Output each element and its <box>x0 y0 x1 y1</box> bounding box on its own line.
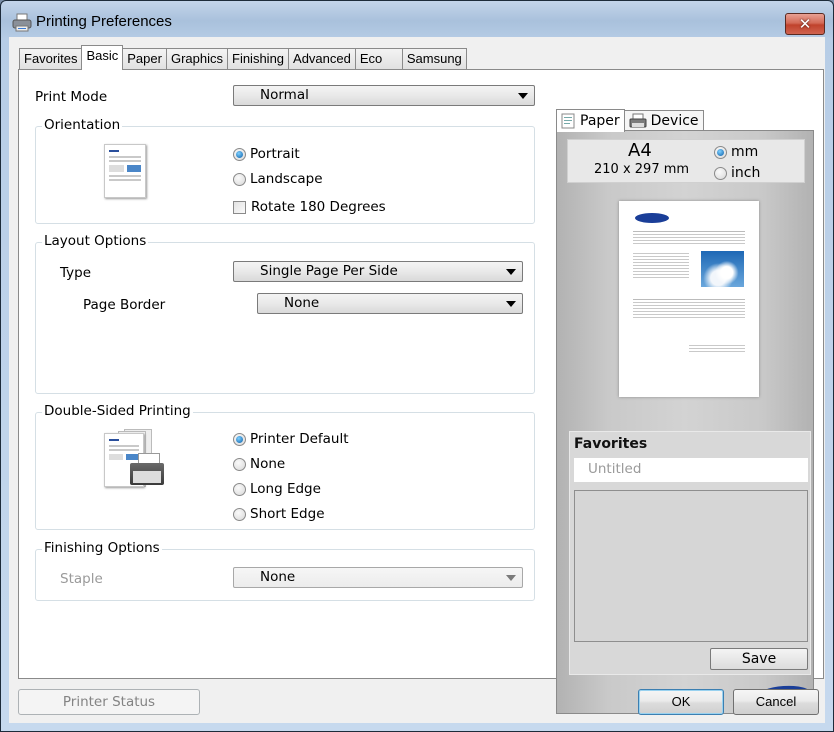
checkbox-icon <box>233 200 246 214</box>
duplex-long-edge-label: Long Edge <box>250 481 321 497</box>
duplex-none-label: None <box>250 456 286 472</box>
radio-unselected-icon <box>233 457 246 471</box>
radio-unselected-icon <box>233 172 246 186</box>
layout-type-select[interactable]: Single Page Per Side <box>233 261 523 282</box>
tab-preview-device[interactable]: Device <box>623 110 704 131</box>
portrait-preview-icon <box>104 144 146 198</box>
finishing-options-title: Finishing Options <box>42 540 162 556</box>
close-button[interactable]: ✕ <box>785 13 825 35</box>
portrait-label: Portrait <box>250 146 300 162</box>
radio-selected-icon <box>714 145 727 159</box>
rotate-180-checkbox[interactable]: Rotate 180 Degrees <box>233 199 386 215</box>
finishing-options-group: Finishing Options Staple None <box>35 540 535 601</box>
document-icon <box>561 113 575 129</box>
tab-eco[interactable]: Eco <box>354 48 403 69</box>
staple-label: Staple <box>60 571 103 587</box>
dialog-client: Favorites Basic Paper Graphics Finishing… <box>9 37 825 723</box>
orientation-group: Orientation Portrait Landscape Rotate 18… <box>35 117 535 224</box>
page-preview <box>619 201 759 397</box>
window-title: Printing Preferences <box>36 13 172 30</box>
favorites-list[interactable] <box>574 490 808 642</box>
tab-preview-paper[interactable]: Paper <box>556 109 625 132</box>
close-icon: ✕ <box>798 15 812 33</box>
ok-button[interactable]: OK <box>638 689 724 715</box>
landscape-label: Landscape <box>250 171 323 187</box>
double-sided-title: Double-Sided Printing <box>42 403 193 419</box>
rotate-180-label: Rotate 180 Degrees <box>251 199 386 215</box>
radio-selected-icon <box>233 147 246 161</box>
double-sided-group: Double-Sided Printing Printer Default No… <box>35 403 535 530</box>
radio-unselected-icon <box>233 507 246 521</box>
preview-panel: Paper Device A4 210 x 297 mm mm inch Fav… <box>556 108 814 714</box>
duplex-long-edge-radio[interactable]: Long Edge <box>233 481 321 497</box>
staple-select[interactable]: None <box>233 567 523 588</box>
page-border-select[interactable]: None <box>257 293 523 314</box>
printer-status-button[interactable]: Printer Status <box>18 689 200 715</box>
tab-preview-device-label: Device <box>650 113 699 129</box>
preview-tabs: Paper Device <box>556 108 704 132</box>
cancel-button[interactable]: Cancel <box>733 689 819 715</box>
unit-mm-label: mm <box>731 144 759 160</box>
printer-icon <box>12 13 32 32</box>
layout-options-title: Layout Options <box>42 233 149 249</box>
save-favorite-button[interactable]: Save <box>710 648 808 670</box>
duplex-printer-default-radio[interactable]: Printer Default <box>233 431 349 447</box>
tab-favorites[interactable]: Favorites <box>19 48 83 69</box>
duplex-printer-icon <box>104 429 164 489</box>
tab-graphics[interactable]: Graphics <box>165 48 228 69</box>
favorites-name-input[interactable]: Untitled <box>574 458 808 482</box>
tab-finishing[interactable]: Finishing <box>227 48 290 69</box>
basic-tab-page: Print Mode Normal Orientation Portrait L… <box>18 69 824 714</box>
unit-inch-label: inch <box>731 165 761 181</box>
radio-unselected-icon <box>714 166 727 180</box>
radio-selected-icon <box>233 432 246 446</box>
layout-type-value: Single Page Per Side <box>260 263 398 279</box>
unit-inch-radio[interactable]: inch <box>714 165 760 181</box>
page-border-label: Page Border <box>83 297 166 313</box>
samsung-logo-preview <box>635 213 669 223</box>
chevron-down-icon <box>506 269 516 275</box>
layout-options-group: Layout Options Type Single Page Per Side… <box>35 233 535 394</box>
chevron-down-icon <box>506 301 516 307</box>
favorites-title: Favorites <box>574 436 648 452</box>
duplex-short-edge-label: Short Edge <box>250 506 325 522</box>
radio-unselected-icon <box>233 482 246 496</box>
tab-paper[interactable]: Paper <box>122 48 167 69</box>
tab-samsung[interactable]: Samsung <box>401 48 467 69</box>
cloud-image <box>701 251 744 287</box>
paper-size: A4 <box>628 140 652 161</box>
orientation-title: Orientation <box>42 117 123 133</box>
preview-pane: A4 210 x 297 mm mm inch Favorites Untitl… <box>556 130 814 714</box>
tab-preview-paper-label: Paper <box>580 113 620 129</box>
paper-dimensions: 210 x 297 mm <box>594 162 690 177</box>
duplex-printer-default-label: Printer Default <box>250 431 349 447</box>
print-mode-select[interactable]: Normal <box>233 85 535 106</box>
page-border-value: None <box>284 295 320 311</box>
portrait-radio[interactable]: Portrait <box>233 146 300 162</box>
favorites-panel: Favorites Untitled Save <box>569 431 811 675</box>
tab-basic[interactable]: Basic <box>81 45 124 70</box>
duplex-short-edge-radio[interactable]: Short Edge <box>233 506 325 522</box>
staple-value: None <box>260 569 296 585</box>
print-mode-label: Print Mode <box>35 89 108 105</box>
main-tabs: Favorites Basic Paper Graphics Finishing… <box>19 45 467 70</box>
duplex-none-radio[interactable]: None <box>233 456 285 472</box>
title-bar[interactable]: Printing Preferences ✕ <box>1 1 833 41</box>
print-mode-value: Normal <box>260 87 309 103</box>
layout-type-label: Type <box>60 265 92 281</box>
chevron-down-icon <box>518 93 528 99</box>
chevron-down-icon <box>506 575 516 581</box>
tab-advanced[interactable]: Advanced <box>288 48 356 69</box>
paper-info-box: A4 210 x 297 mm mm inch <box>567 139 805 183</box>
printing-preferences-window: Printing Preferences ✕ Favorites Basic P… <box>0 0 834 732</box>
printer-icon <box>629 113 647 128</box>
landscape-radio[interactable]: Landscape <box>233 171 323 187</box>
unit-mm-radio[interactable]: mm <box>714 144 758 160</box>
